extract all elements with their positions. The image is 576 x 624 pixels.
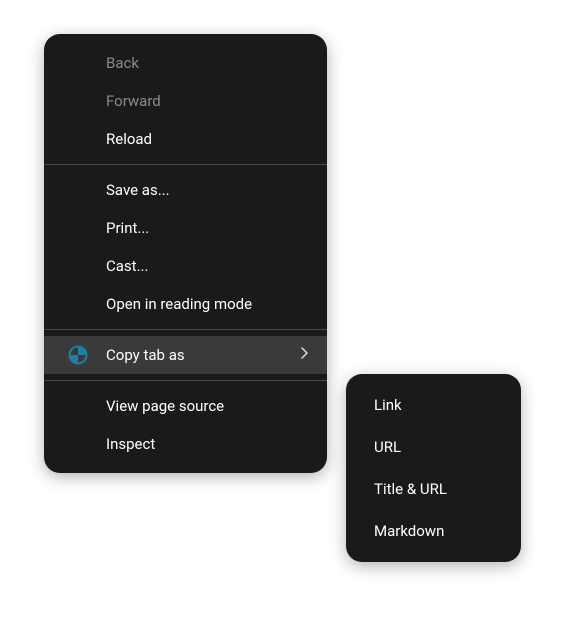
submenu-item-label: Title & URL (374, 480, 447, 498)
menu-item-label: Open in reading mode (106, 295, 252, 313)
submenu-item-label: Markdown (374, 522, 444, 540)
menu-item-label: Reload (106, 130, 152, 148)
menu-item-back[interactable]: Back (44, 44, 327, 82)
menu-item-print[interactable]: Print... (44, 209, 327, 247)
menu-item-cast[interactable]: Cast... (44, 247, 327, 285)
submenu-copy-tab-as: Link URL Title & URL Markdown (346, 374, 521, 562)
menu-item-label: View page source (106, 397, 224, 415)
context-menu: Back Forward Reload Save as... Print... … (44, 34, 327, 473)
menu-item-open-reading-mode[interactable]: Open in reading mode (44, 285, 327, 323)
menu-item-label: Forward (106, 92, 161, 110)
menu-item-label: Save as... (106, 181, 170, 199)
menu-item-copy-tab-as[interactable]: Copy tab as (44, 336, 327, 374)
menu-item-view-source[interactable]: View page source (44, 387, 327, 425)
submenu-item-label: URL (374, 438, 401, 456)
submenu-item-url[interactable]: URL (346, 426, 521, 468)
menu-item-label: Cast... (106, 257, 148, 275)
menu-separator (44, 380, 327, 381)
menu-item-label: Print... (106, 219, 149, 237)
submenu-item-link[interactable]: Link (346, 384, 521, 426)
menu-item-inspect[interactable]: Inspect (44, 425, 327, 463)
menu-item-label: Back (106, 54, 139, 72)
submenu-item-markdown[interactable]: Markdown (346, 510, 521, 552)
menu-item-save-as[interactable]: Save as... (44, 171, 327, 209)
chevron-right-icon (301, 347, 309, 363)
submenu-item-label: Link (374, 396, 402, 414)
menu-item-label: Inspect (106, 435, 155, 453)
menu-separator (44, 164, 327, 165)
menu-item-forward[interactable]: Forward (44, 82, 327, 120)
extension-icon (68, 345, 88, 365)
submenu-item-title-url[interactable]: Title & URL (346, 468, 521, 510)
menu-item-reload[interactable]: Reload (44, 120, 327, 158)
menu-item-label: Copy tab as (106, 346, 185, 364)
menu-separator (44, 329, 327, 330)
